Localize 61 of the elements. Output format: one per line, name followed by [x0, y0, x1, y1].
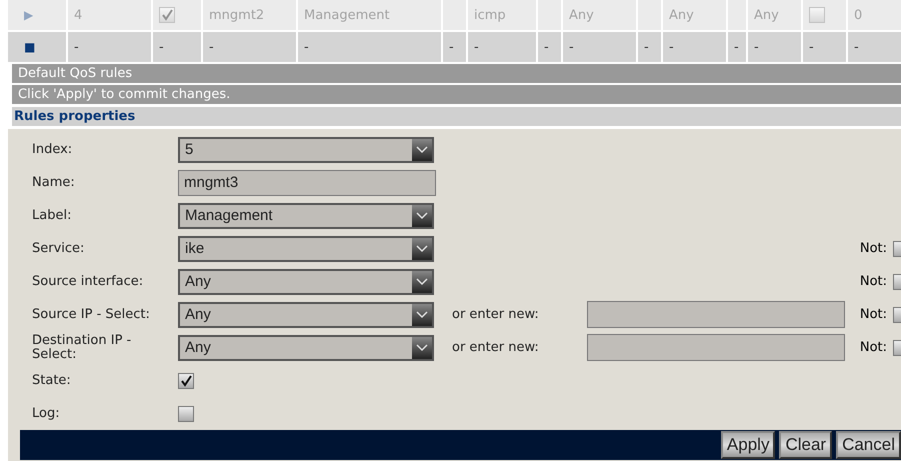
checkbox[interactable]: [178, 372, 194, 388]
action-button[interactable]: Clear: [779, 431, 832, 459]
select-field[interactable]: ike: [178, 236, 434, 262]
field-label: Index:: [32, 142, 74, 156]
table-cell: Any: [748, 0, 803, 30]
table-cell: Management: [298, 0, 443, 30]
not-label: Not:: [860, 340, 887, 355]
section-title: Rules properties: [12, 107, 901, 126]
table-cell: Any: [663, 0, 728, 30]
select-field[interactable]: Any: [178, 302, 434, 328]
not-label: Not:: [860, 274, 887, 289]
field-label: Source interface:: [32, 274, 144, 288]
field-label: State:: [32, 374, 72, 388]
action-button[interactable]: Cancel: [836, 431, 901, 459]
select-field[interactable]: Any: [178, 268, 434, 294]
table-cell: -: [68, 32, 153, 62]
field-label: Label:: [32, 208, 72, 222]
table-cell: -: [563, 32, 638, 62]
row-marker[interactable]: ■: [24, 40, 36, 54]
table-cell: 4: [68, 0, 153, 30]
info-bar: Click 'Apply' to commit changes.: [12, 85, 901, 104]
table-cell: -: [443, 32, 468, 62]
info-bar: Default QoS rules: [12, 64, 901, 83]
input-field[interactable]: mngmt3: [178, 170, 436, 196]
table-cell: -: [663, 32, 728, 62]
checkbox[interactable]: [178, 406, 194, 422]
table-cell: -: [638, 32, 663, 62]
table-cell: -: [298, 32, 443, 62]
field-label: Log:: [32, 406, 61, 420]
caret-icon: [412, 238, 432, 260]
table-cell: -: [538, 32, 563, 62]
input-field[interactable]: [587, 334, 845, 361]
field-label: or enter new:: [452, 340, 540, 355]
table-cell: -: [153, 32, 203, 62]
table-cell: -: [468, 32, 538, 62]
action-button[interactable]: Apply: [720, 431, 776, 459]
table-cell: mngmt2: [203, 0, 298, 30]
caret-icon: [412, 270, 432, 292]
table-cell: Any: [563, 0, 638, 30]
select-field[interactable]: 5: [178, 136, 434, 162]
select-field[interactable]: Any: [178, 334, 434, 360]
caret-icon: [412, 204, 432, 226]
table-cell: -: [748, 32, 803, 62]
not-label: Not:: [860, 307, 887, 322]
field-label: Source IP - Select:: [32, 308, 151, 322]
field-label: or enter new:: [452, 307, 540, 322]
caret-icon: [412, 336, 432, 358]
select-field[interactable]: Management: [178, 202, 434, 228]
caret-icon: [412, 138, 432, 160]
table-cell: -: [203, 32, 298, 62]
field-label: Name:: [32, 176, 76, 190]
caret-icon: [412, 304, 432, 326]
table-cell: 0: [848, 0, 901, 30]
not-label: Not:: [860, 241, 887, 256]
table-cell: -: [728, 32, 748, 62]
field-label: Service:: [32, 242, 86, 256]
input-field[interactable]: [587, 301, 845, 328]
table-cell: icmp: [468, 0, 538, 30]
field-label: Destination IP - Select:: [32, 334, 132, 362]
table-cell: -: [848, 32, 901, 62]
table-cell: -: [803, 32, 848, 62]
